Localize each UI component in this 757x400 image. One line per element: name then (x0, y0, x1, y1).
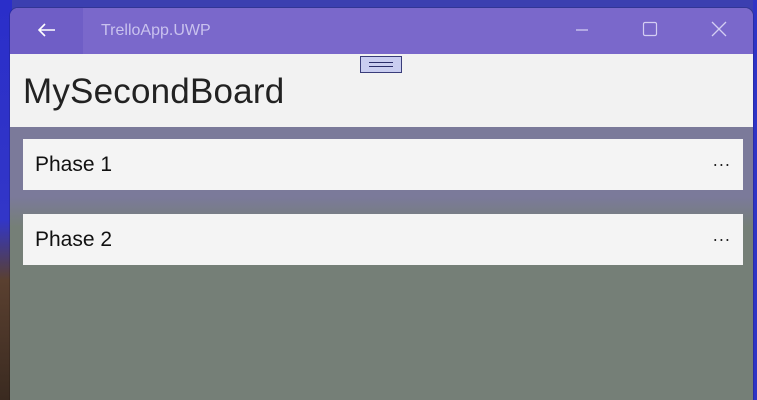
close-icon (711, 21, 727, 41)
title-bar: TrelloApp.UWP (10, 8, 753, 54)
list-name: Phase 1 (35, 153, 113, 176)
desktop-wallpaper-right (753, 0, 757, 400)
list-name: Phase 2 (35, 228, 113, 251)
list-item[interactable]: Phase 2 ... (23, 214, 743, 265)
drag-handle[interactable] (360, 56, 402, 73)
list-menu-button[interactable]: ... (713, 151, 731, 170)
minimize-icon (575, 22, 589, 41)
arrow-left-icon (37, 22, 56, 41)
board-content: Phase 1 ... Phase 2 ... (10, 127, 753, 400)
back-button[interactable] (10, 8, 83, 54)
list-item[interactable]: Phase 1 ... (23, 139, 743, 190)
board-title: MySecondBoard (23, 72, 285, 111)
maximize-icon (642, 21, 658, 41)
minimize-button[interactable] (559, 8, 605, 54)
close-button[interactable] (696, 8, 742, 54)
app-window: TrelloApp.UWP MySecondBoard Phase 1 ... (10, 8, 753, 400)
board-header: MySecondBoard (10, 54, 753, 127)
list-menu-button[interactable]: ... (713, 226, 731, 245)
app-title: TrelloApp.UWP (101, 22, 211, 39)
maximize-button[interactable] (627, 8, 673, 54)
